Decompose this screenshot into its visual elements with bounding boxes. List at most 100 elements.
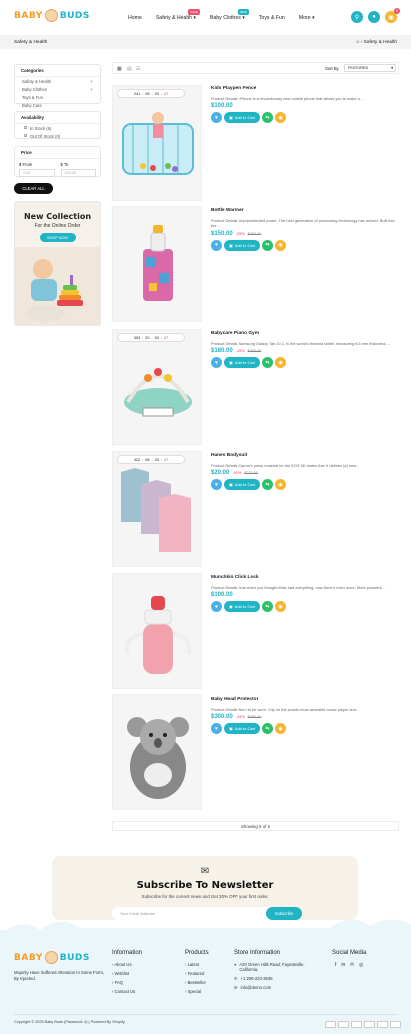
product-image-card[interactable]: 322:08:33:47: [112, 451, 202, 567]
cart-icon[interactable]: ▣ 0: [385, 8, 400, 23]
add-to-cart-button[interactable]: ▣ Add to Cart: [224, 601, 261, 613]
price-to-input[interactable]: 200.00: [60, 169, 96, 177]
sale-badge: SALE: [188, 9, 200, 15]
logo-baby-face-icon: [44, 951, 58, 964]
product-image-card[interactable]: 241:08:33:47: [112, 85, 202, 201]
subscribe-button[interactable]: Subscribe: [266, 907, 302, 920]
product-info: Kids Playpen Fence Product Details: iPho…: [211, 86, 397, 124]
product-image-card[interactable]: 353:20:53:47: [112, 329, 202, 445]
product-title[interactable]: Hanes Bodysuit: [211, 453, 397, 458]
category-item[interactable]: Baby Clothes +: [15, 85, 100, 93]
nav-toys-fun[interactable]: Toys & Fun: [259, 15, 285, 21]
footer-products: Products › Latest › Featured › Bestselle…: [185, 950, 209, 994]
list-view-icon[interactable]: ☰: [136, 66, 140, 72]
category-item[interactable]: Safety & Health +: [15, 77, 100, 85]
product-title[interactable]: Babycare Piano Gym: [211, 331, 397, 336]
grid-view-icon[interactable]: ▦: [117, 66, 122, 72]
pinterest-icon[interactable]: ℗: [350, 962, 354, 968]
add-to-cart-button[interactable]: ▣ Add to Cart: [224, 357, 261, 369]
collection-banner[interactable]: New Collection For the Online Order SHOP…: [14, 201, 101, 326]
wishlist-icon[interactable]: ♥: [211, 479, 222, 491]
compare-icon[interactable]: ⇆: [262, 723, 274, 735]
site-logo[interactable]: BABY BUDS: [14, 9, 90, 22]
clear-all-button[interactable]: CLEAR ALL: [14, 183, 53, 194]
home-icon[interactable]: ⌂: [356, 40, 359, 45]
footer-about: Majority Have Suffered Alteration In Som…: [14, 970, 104, 982]
checkbox[interactable]: [24, 125, 27, 129]
new-badge: NEW: [237, 9, 249, 15]
product-title[interactable]: Baby Head Protector: [211, 697, 397, 702]
product-info: Munchkin Click Lock Product Details Just…: [211, 575, 397, 613]
add-to-cart-button[interactable]: ▣ Add to Cart: [224, 239, 261, 251]
nav-more[interactable]: More ▾: [299, 15, 315, 21]
wishlist-icon[interactable]: ♥: [211, 239, 222, 251]
product-price: $100.00: [211, 103, 233, 110]
product-price: $300.00 -14% $350.00: [211, 714, 262, 721]
wishlist-icon[interactable]: ♥: [211, 357, 222, 369]
quickview-icon[interactable]: ◉: [275, 479, 287, 491]
footer-information: Information › About Us › Wishlist › FAQ …: [112, 950, 143, 994]
grid-small-icon[interactable]: ▤: [127, 66, 132, 72]
product-image-card[interactable]: [112, 206, 202, 322]
nav-home[interactable]: Home: [128, 15, 142, 21]
envelope-icon: ✉: [200, 866, 210, 877]
facebook-icon[interactable]: f: [335, 962, 336, 968]
product-image-card[interactable]: [112, 573, 202, 689]
quickview-icon[interactable]: ◉: [275, 239, 287, 251]
compare-icon[interactable]: ⇆: [262, 601, 274, 613]
compare-icon[interactable]: ⇆: [262, 479, 274, 491]
user-icon[interactable]: ●: [368, 11, 380, 23]
search-icon[interactable]: ⚲: [351, 11, 363, 23]
plus-icon[interactable]: +: [91, 87, 93, 92]
quickview-icon[interactable]: ◉: [275, 112, 287, 124]
product-description: Product Details Just when you thought iM…: [211, 585, 385, 590]
product-description: Product Details Born to be worn. Clip on…: [211, 707, 360, 712]
checkbox[interactable]: [24, 133, 27, 137]
product-description: Product Details Samsung Galaxy Tab 10.1,…: [211, 341, 390, 346]
price-from-input[interactable]: 0.00: [19, 169, 55, 177]
payment-icons: [325, 1021, 401, 1028]
category-item[interactable]: Baby Care: [15, 102, 100, 110]
add-to-cart-button[interactable]: ▣ Add to Cart: [224, 112, 261, 124]
availability-option[interactable]: Out Of Stock (0): [15, 132, 100, 140]
product-info: Bottle Warmer Product Details Unpreceden…: [211, 208, 397, 251]
sort-select[interactable]: FEATURED ▾: [344, 64, 396, 72]
linkedin-icon[interactable]: in: [341, 962, 345, 968]
diners-icon: [377, 1021, 388, 1028]
compare-icon[interactable]: ⇆: [262, 239, 274, 251]
product-title[interactable]: Munchkin Click Lock: [211, 575, 397, 580]
cart-icon: ▣: [229, 242, 233, 248]
category-item[interactable]: Toys & Fun: [15, 93, 100, 101]
logo-word-2: BUDS: [59, 10, 90, 21]
quickview-icon[interactable]: ◉: [275, 357, 287, 369]
wishlist-icon[interactable]: ♥: [211, 723, 222, 735]
product-title[interactable]: Bottle Warmer: [211, 208, 397, 213]
add-to-cart-button[interactable]: ▣ Add to Cart: [224, 723, 261, 735]
compare-icon[interactable]: ⇆: [262, 112, 274, 124]
countdown-timer: 322:08:33:47: [117, 455, 185, 464]
shop-now-button[interactable]: SHOP NOW: [39, 233, 76, 242]
quickview-icon[interactable]: ◉: [275, 723, 287, 735]
nav-baby-clothes[interactable]: Baby Clothes ▾ NEW: [210, 9, 249, 21]
product-actions: ♥ ▣ Add to Cart ⇆ ◉: [211, 112, 397, 124]
quickview-icon[interactable]: ◉: [275, 601, 287, 613]
header-icons: ⚲ ● ▣ 0: [351, 8, 400, 23]
add-to-cart-button[interactable]: ▣ Add to Cart: [224, 479, 261, 491]
plus-icon[interactable]: +: [91, 79, 93, 84]
main-nav: Home Safety & Health ▾ SALE Baby Clothes …: [128, 9, 315, 21]
product-actions: ♥ ▣ Add to Cart ⇆ ◉: [211, 239, 397, 251]
footer-divider: [14, 1014, 397, 1015]
product-image-card[interactable]: [112, 694, 202, 810]
compare-icon[interactable]: ⇆: [262, 357, 274, 369]
availability-option[interactable]: In Stock (6): [15, 124, 100, 132]
wishlist-icon[interactable]: ♥: [211, 601, 222, 613]
location-icon: ⌖: [234, 962, 237, 967]
instagram-icon[interactable]: ◎: [359, 962, 363, 968]
product-info: Baby Head Protector Product Details Born…: [211, 697, 397, 735]
wishlist-icon[interactable]: ♥: [211, 112, 222, 124]
product-title[interactable]: Kids Playpen Fence: [211, 86, 397, 91]
piano-gym-image: [124, 368, 192, 417]
nav-safety-health[interactable]: Safety & Health ▾ SALE: [156, 9, 200, 21]
footer-logo[interactable]: BABY BUDS: [14, 951, 90, 964]
filter-title: Availability: [15, 112, 100, 124]
